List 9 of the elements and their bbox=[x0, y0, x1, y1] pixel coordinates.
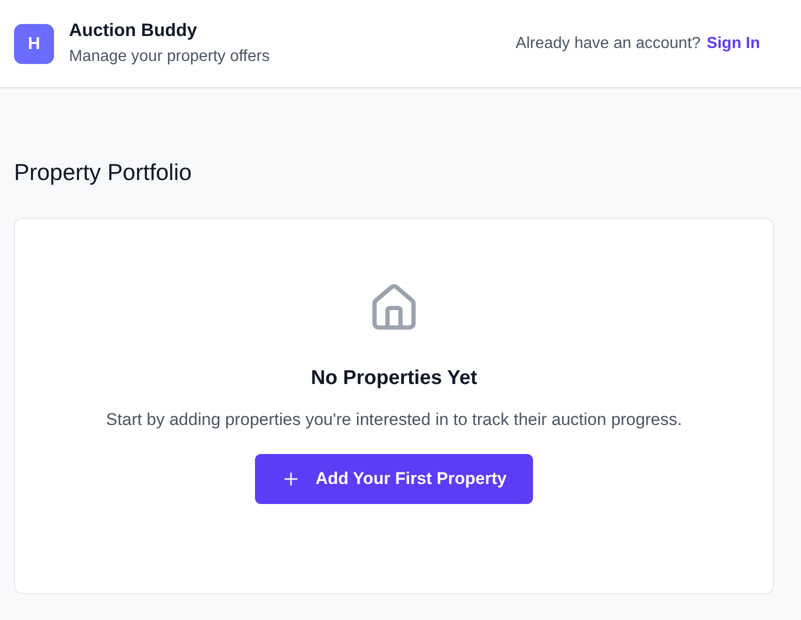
account-prompt: Already have an account? bbox=[516, 34, 701, 54]
add-property-button[interactable]: Add Your First Property bbox=[255, 454, 533, 504]
section-title: Property Portfolio bbox=[14, 158, 193, 187]
logo-icon: H bbox=[14, 24, 54, 64]
sign-in-link[interactable]: Sign In bbox=[706, 32, 760, 56]
app-title: Auction Buddy bbox=[69, 19, 198, 42]
empty-state-description: Start by adding properties you're interested in to track their auction progress. bbox=[106, 409, 682, 431]
app-subtitle: Manage your property offers bbox=[69, 47, 270, 67]
empty-state-title: No Properties Yet bbox=[310, 366, 478, 391]
